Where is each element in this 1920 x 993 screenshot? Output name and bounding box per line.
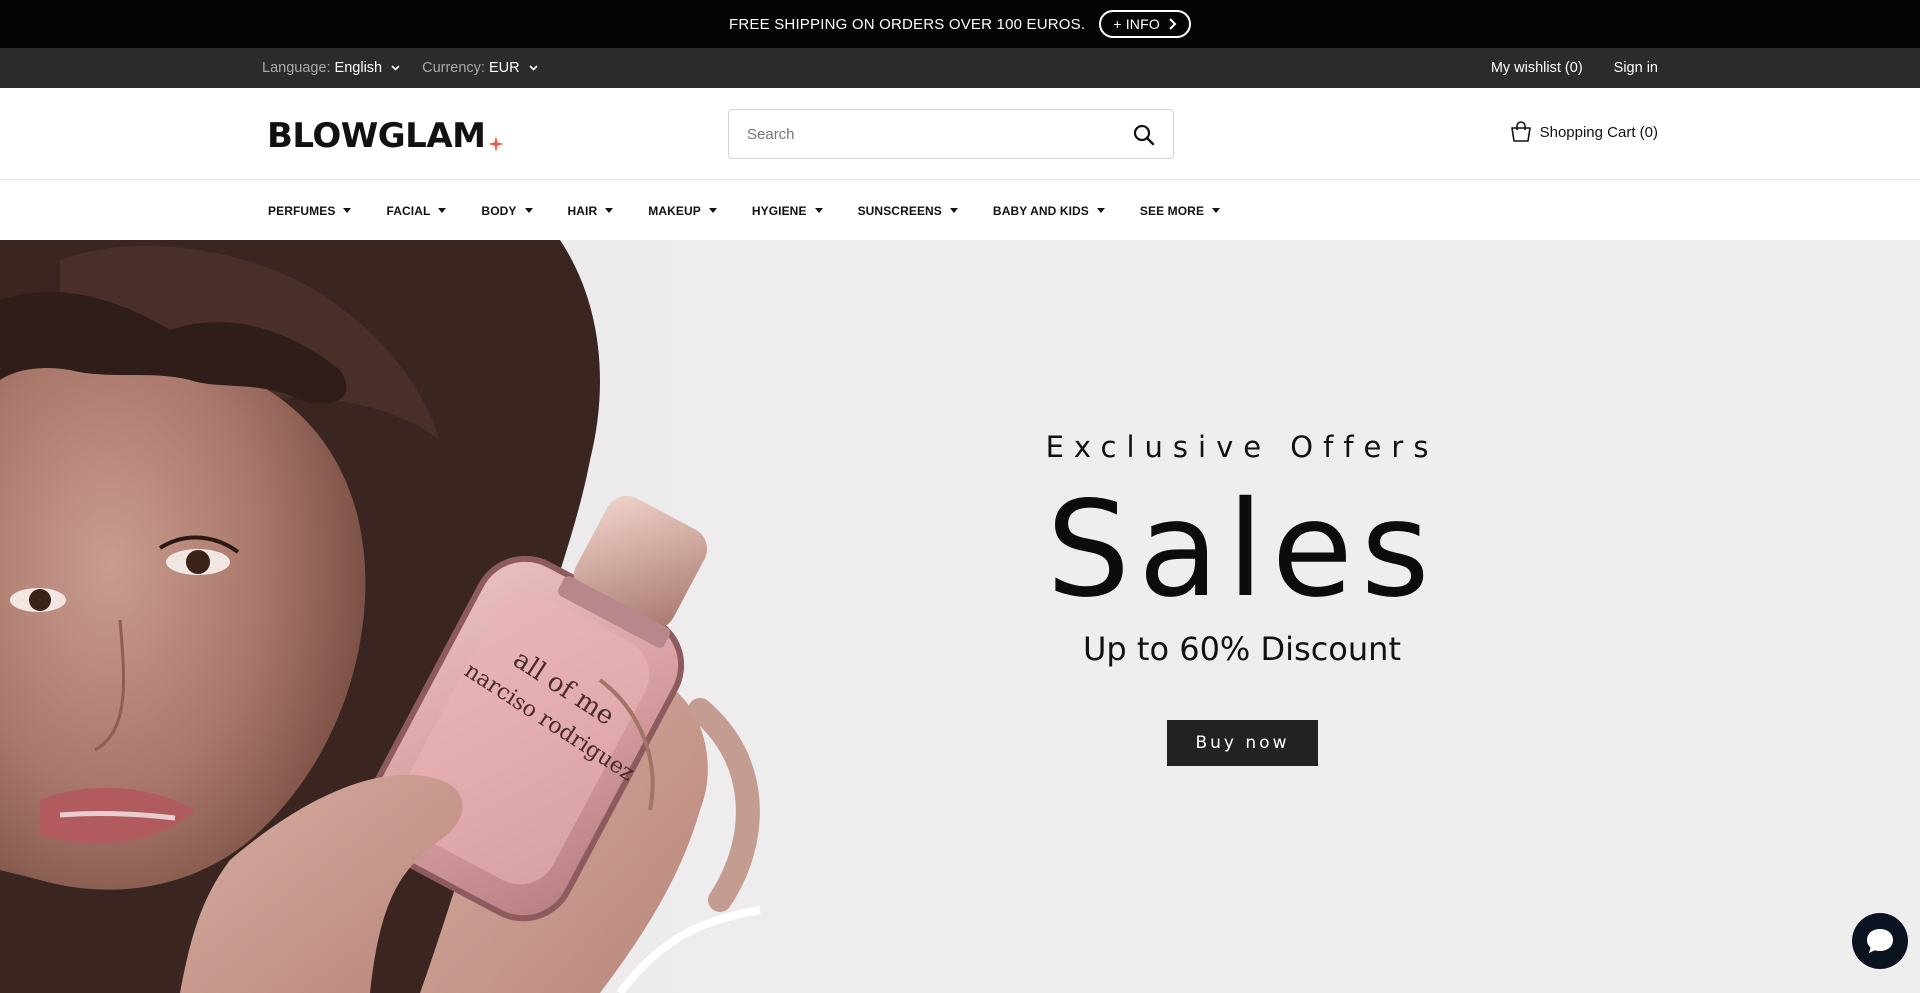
nav-item-label: HYGIENE xyxy=(751,203,807,218)
site-logo[interactable]: BLOWGLAM xyxy=(267,116,504,156)
currency-value: EUR xyxy=(488,60,520,76)
caret-down-icon xyxy=(1212,208,1221,213)
chevron-down-icon xyxy=(529,65,538,71)
nav-item-label: PERFUMES xyxy=(268,203,336,218)
chat-bubble-icon xyxy=(1867,929,1893,953)
caret-down-icon xyxy=(814,208,823,213)
language-selector[interactable]: Language: English xyxy=(262,60,400,76)
info-button[interactable]: + INFO xyxy=(1099,10,1191,38)
caret-down-icon xyxy=(605,208,614,213)
hero-copy: Exclusive Offers Sales Up to 60% Discoun… xyxy=(1042,240,1442,993)
hero-headline: Sales xyxy=(1046,473,1438,627)
shopping-cart-link[interactable]: Shopping Cart (0) xyxy=(1510,121,1658,143)
chevron-down-icon xyxy=(391,65,400,71)
main-nav: PERFUMES FACIAL BODY HAIR MAKEUP HYGIENE… xyxy=(0,181,1920,240)
language-label: Language: xyxy=(262,60,331,76)
nav-item-label: HAIR xyxy=(567,203,598,218)
search-input[interactable] xyxy=(747,110,1117,158)
chevron-right-icon xyxy=(1169,18,1177,30)
caret-down-icon xyxy=(524,208,533,213)
nav-item-label: BABY AND KIDS xyxy=(992,203,1089,218)
sparkle-icon xyxy=(487,136,504,152)
logo-text: BLOWGLAM xyxy=(267,116,486,156)
nav-item-see-more[interactable]: SEE MORE xyxy=(1139,203,1221,218)
search-box xyxy=(728,109,1174,159)
caret-down-icon xyxy=(949,208,958,213)
buy-now-button[interactable]: Buy now xyxy=(1167,720,1318,766)
site-header: BLOWGLAM Shopping Cart (0) xyxy=(0,88,1920,180)
info-button-label: + INFO xyxy=(1113,16,1160,32)
shopping-bag-icon xyxy=(1510,121,1531,142)
nav-item-facial[interactable]: FACIAL xyxy=(386,203,447,218)
nav-item-label: FACIAL xyxy=(386,203,431,218)
hero-eyebrow: Exclusive Offers xyxy=(1045,430,1439,464)
nav-item-label: MAKEUP xyxy=(648,203,701,218)
nav-item-hygiene[interactable]: HYGIENE xyxy=(752,204,823,218)
currency-label: Currency: xyxy=(422,60,485,76)
nav-item-label: BODY xyxy=(481,203,517,218)
utility-bar: Language: English Currency: EUR My wishl… xyxy=(0,48,1920,88)
search-icon[interactable] xyxy=(1133,124,1155,146)
hero-subheadline: Up to 60% Discount xyxy=(1083,630,1401,668)
nav-item-sunscreens[interactable]: SUNSCREENS xyxy=(858,204,958,218)
announcement-text: FREE SHIPPING ON ORDERS OVER 100 EUROS. xyxy=(729,15,1086,33)
caret-down-icon xyxy=(343,208,352,213)
nav-item-makeup[interactable]: MAKEUP xyxy=(648,204,717,218)
hero-model-image: all of me narciso rodriguez xyxy=(0,240,848,993)
currency-selector[interactable]: Currency: EUR xyxy=(422,60,538,76)
caret-down-icon xyxy=(1096,208,1105,213)
caret-down-icon xyxy=(438,208,447,213)
nav-item-baby-and-kids[interactable]: BABY AND KIDS xyxy=(993,204,1105,218)
cart-label: Shopping Cart (0) xyxy=(1539,123,1658,141)
caret-down-icon xyxy=(708,208,717,213)
sign-in-link[interactable]: Sign in xyxy=(1614,60,1658,76)
wishlist-link[interactable]: My wishlist (0) xyxy=(1491,60,1583,76)
nav-item-body[interactable]: BODY xyxy=(481,203,533,218)
language-value: English xyxy=(334,60,383,76)
nav-item-perfumes[interactable]: PERFUMES xyxy=(268,203,352,218)
chat-widget-button[interactable] xyxy=(1852,913,1908,969)
nav-item-label: SEE MORE xyxy=(1139,203,1205,218)
nav-item-hair[interactable]: HAIR xyxy=(568,204,614,218)
hero-banner: all of me narciso rodriguez Exclusive Of… xyxy=(0,240,1920,993)
nav-item-label: SUNSCREENS xyxy=(857,203,942,218)
announcement-bar: FREE SHIPPING ON ORDERS OVER 100 EUROS. … xyxy=(0,0,1920,48)
